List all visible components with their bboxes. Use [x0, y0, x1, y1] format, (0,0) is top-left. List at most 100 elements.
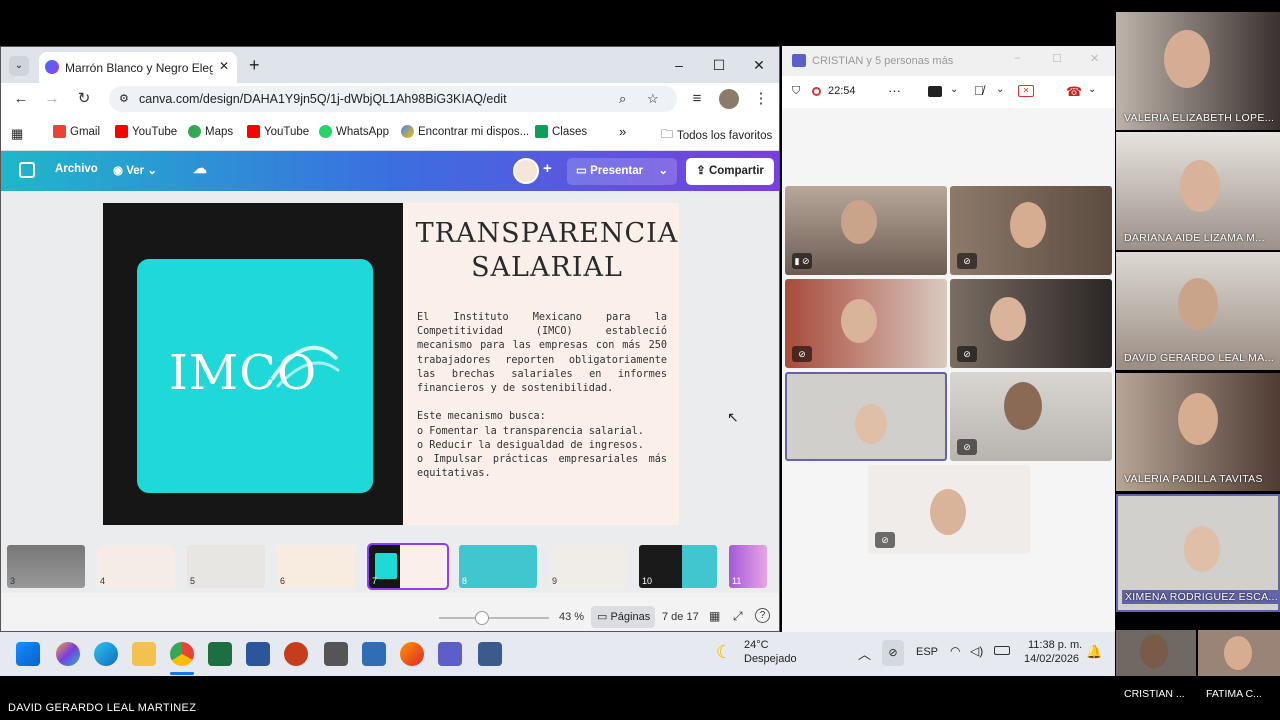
app-icon[interactable]	[324, 642, 348, 666]
file-explorer-icon[interactable]	[132, 642, 156, 666]
cloud-save-icon[interactable]: ☁	[193, 160, 207, 177]
maximize-button[interactable]: ☐	[1052, 52, 1062, 65]
tray-chevron-icon[interactable]: ︿	[858, 644, 871, 663]
all-bookmarks-folder[interactable]: 🗀 Todos los favoritos	[661, 125, 772, 146]
thumbnail-page[interactable]: 9	[549, 545, 627, 588]
tab-close-icon[interactable]: ✕	[219, 59, 229, 73]
excel-icon[interactable]	[208, 642, 232, 666]
bookmark-youtube[interactable]: YouTube	[115, 125, 177, 138]
participant-video	[855, 404, 887, 444]
video-tile[interactable]: ⊘	[950, 186, 1112, 275]
maximize-button[interactable]: ☐	[709, 55, 729, 75]
bookmark-gmail[interactable]: Gmail	[53, 125, 100, 138]
video-tile-active-speaker[interactable]	[785, 372, 947, 461]
thumbnail-page-current[interactable]: 7	[367, 543, 449, 590]
participant-tile[interactable]	[1198, 630, 1280, 676]
forward-icon[interactable]: →	[42, 89, 62, 109]
video-tile[interactable]: ⊘	[950, 279, 1112, 368]
mic-muted-icon[interactable]: 🎙̸	[974, 83, 984, 98]
thumbnail-page[interactable]: 5	[187, 545, 265, 588]
menu-dots-icon[interactable]: ⋮	[751, 89, 771, 109]
reload-icon[interactable]: ↻	[74, 89, 94, 109]
present-button[interactable]: ▭ Presentar ⌄	[567, 158, 677, 185]
wifi-icon[interactable]: ◠	[950, 644, 960, 658]
thumbnail-page[interactable]: 4	[97, 545, 175, 588]
video-tile[interactable]: ⊘	[868, 465, 1030, 554]
word-icon[interactable]	[246, 642, 270, 666]
side-panel-icon[interactable]	[19, 162, 35, 178]
participant-tile[interactable]: DAVID GERARDO LEAL MA...	[1116, 252, 1280, 370]
participant-tile[interactable]: DARIANA AIDE LIZAMA M...	[1116, 132, 1280, 250]
more-bookmarks-icon[interactable]: »	[619, 124, 626, 139]
bookmark-clases[interactable]: Clases	[535, 125, 587, 138]
add-collaborator-button[interactable]: +	[543, 160, 552, 177]
fullscreen-icon[interactable]: ⤢	[733, 609, 743, 624]
participant-tile-active[interactable]: XIMENA RODRIGUEZ ESCA...	[1116, 494, 1280, 612]
video-tile[interactable]: ▮ ⊘	[785, 186, 947, 275]
clock-time[interactable]: 11:38 p. m.	[1028, 639, 1082, 651]
tab-search-button[interactable]: ⌄	[9, 56, 29, 76]
video-tile[interactable]: ⊘	[785, 279, 947, 368]
clock-date[interactable]: 14/02/2026	[1024, 653, 1079, 665]
apps-grid-icon[interactable]: ▦	[11, 126, 23, 142]
firefox-icon[interactable]	[400, 642, 424, 666]
bookmark-find-device[interactable]: Encontrar mi dispos...	[401, 125, 529, 138]
share-screen-icon[interactable]: ✕	[1018, 85, 1034, 97]
zoom-lens-icon[interactable]: ⌕	[619, 86, 626, 112]
minimize-button[interactable]: –	[669, 55, 689, 75]
back-icon[interactable]: ←	[11, 89, 31, 109]
grid-view-icon[interactable]: ▦	[709, 609, 720, 623]
participant-tile[interactable]: VALERIA ELIZABETH LOPE...	[1116, 12, 1280, 130]
ver-menu[interactable]: ◉ Ver ⌄	[113, 163, 157, 177]
pages-button[interactable]: ▭ Páginas	[591, 606, 655, 628]
collaborator-avatar[interactable]	[513, 158, 539, 184]
camera-dropdown-icon[interactable]: ⌄	[950, 84, 958, 95]
windows-start-icon[interactable]	[16, 642, 40, 666]
site-info-icon[interactable]: ⚙	[119, 86, 129, 112]
archivo-menu[interactable]: Archivo	[55, 163, 98, 175]
thumbnail-page[interactable]: 3	[7, 545, 85, 588]
copilot-icon[interactable]	[56, 642, 80, 666]
zoom-slider-handle[interactable]	[475, 611, 489, 625]
bookmark-star-icon[interactable]: ☆	[647, 86, 659, 112]
thumbnail-page[interactable]: 8	[459, 545, 537, 588]
participant-tile[interactable]: VALERIA PADILLA TAVITAS	[1116, 373, 1280, 491]
bookmark-whatsapp[interactable]: WhatsApp	[319, 125, 389, 138]
slide[interactable]: IMCO TRANSPARENCIA SALARIAL El Instituto…	[103, 203, 679, 525]
participant-tile[interactable]	[1116, 630, 1196, 676]
thumbnail-page[interactable]: 6	[277, 545, 355, 588]
powerpoint-icon[interactable]	[284, 642, 308, 666]
bookmark-youtube-2[interactable]: YouTube	[247, 125, 309, 138]
thumbnail-page[interactable]: 10	[639, 545, 717, 588]
new-tab-button[interactable]: +	[249, 55, 260, 76]
share-button[interactable]: ⇪ Compartir	[686, 158, 774, 185]
teams-icon[interactable]	[438, 642, 462, 666]
volume-icon[interactable]: ◁)	[970, 644, 983, 658]
battery-icon[interactable]	[994, 646, 1010, 655]
media-control-icon[interactable]: ≡	[687, 89, 707, 109]
url-input[interactable]: ⚙ canva.com/design/DAHA1Y9jn5Q/1j-dWbjQL…	[109, 86, 677, 112]
hang-up-icon[interactable]: ☎	[1066, 84, 1082, 100]
video-tile[interactable]: ⊘	[950, 372, 1112, 461]
notification-bell-icon[interactable]: 🔔	[1086, 644, 1102, 660]
notepad-icon[interactable]	[362, 642, 386, 666]
chrome-icon[interactable]	[170, 642, 194, 666]
tab-active[interactable]: Marrón Blanco y Negro Elegant ✕	[39, 52, 237, 83]
more-options-icon[interactable]: ···	[888, 83, 901, 98]
hangup-dropdown-icon[interactable]: ⌄	[1088, 84, 1096, 95]
thumbnail-page[interactable]: 11	[729, 545, 767, 588]
profile-avatar[interactable]	[719, 89, 739, 109]
close-window-button[interactable]: ✕	[749, 55, 769, 75]
bookmark-maps[interactable]: Maps	[188, 125, 233, 138]
mic-dropdown-icon[interactable]: ⌄	[996, 84, 1004, 95]
camera-icon[interactable]	[928, 86, 942, 97]
minimize-button[interactable]: –	[1014, 52, 1020, 64]
zoom-slider-track[interactable]	[439, 617, 549, 619]
edge-icon[interactable]	[94, 642, 118, 666]
mic-muted-tray-icon[interactable]: ⊘	[882, 640, 904, 666]
dev-app-icon[interactable]	[478, 642, 502, 666]
help-icon[interactable]: ?	[755, 608, 770, 623]
zoom-level[interactable]: 43 %	[559, 611, 584, 623]
language-indicator[interactable]: ESP	[916, 646, 938, 658]
close-button[interactable]: ✕	[1090, 52, 1099, 65]
